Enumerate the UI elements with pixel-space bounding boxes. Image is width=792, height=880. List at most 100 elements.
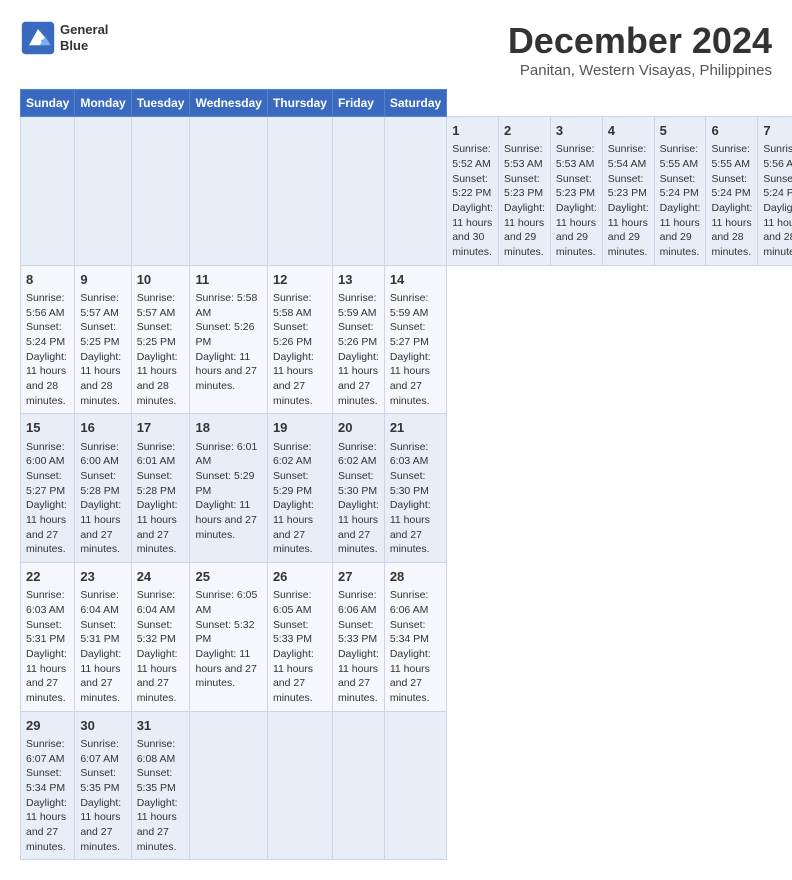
calendar-cell: 21 Sunrise: 6:03 AM Sunset: 5:30 PM Dayl…	[384, 414, 446, 563]
day-number: 10	[137, 271, 185, 289]
calendar-cell: 19 Sunrise: 6:02 AM Sunset: 5:29 PM Dayl…	[267, 414, 332, 563]
day-number: 25	[195, 568, 261, 586]
calendar-cell	[75, 117, 131, 266]
sunset-text: Sunset: 5:29 PM	[195, 470, 254, 497]
calendar-cell: 29 Sunrise: 6:07 AM Sunset: 5:34 PM Dayl…	[21, 711, 75, 860]
calendar-cell: 9 Sunrise: 5:57 AM Sunset: 5:25 PM Dayli…	[75, 265, 131, 414]
daylight-text: Daylight: 11 hours and 27 minutes.	[26, 499, 67, 555]
sunset-text: Sunset: 5:23 PM	[556, 173, 595, 200]
daylight-text: Daylight: 11 hours and 27 minutes.	[26, 648, 67, 704]
sunset-text: Sunset: 5:22 PM	[452, 173, 491, 200]
calendar-cell: 27 Sunrise: 6:06 AM Sunset: 5:33 PM Dayl…	[332, 563, 384, 712]
sunrise-text: Sunrise: 6:02 AM	[273, 441, 312, 468]
sunset-text: Sunset: 5:24 PM	[763, 173, 792, 200]
calendar-cell: 17 Sunrise: 6:01 AM Sunset: 5:28 PM Dayl…	[131, 414, 190, 563]
calendar-cell: 10 Sunrise: 5:57 AM Sunset: 5:25 PM Dayl…	[131, 265, 190, 414]
sunrise-text: Sunrise: 5:57 AM	[80, 292, 119, 319]
calendar-cell: 30 Sunrise: 6:07 AM Sunset: 5:35 PM Dayl…	[75, 711, 131, 860]
sunrise-text: Sunrise: 5:53 AM	[504, 143, 543, 170]
sunset-text: Sunset: 5:32 PM	[137, 619, 176, 646]
daylight-text: Daylight: 11 hours and 27 minutes.	[137, 648, 178, 704]
sunset-text: Sunset: 5:26 PM	[195, 321, 254, 348]
daylight-text: Daylight: 11 hours and 27 minutes.	[137, 797, 178, 853]
daylight-text: Daylight: 11 hours and 30 minutes.	[452, 202, 493, 258]
sunrise-text: Sunrise: 5:58 AM	[273, 292, 312, 319]
calendar-cell: 4 Sunrise: 5:54 AM Sunset: 5:23 PM Dayli…	[602, 117, 654, 266]
daylight-text: Daylight: 11 hours and 27 minutes.	[195, 648, 256, 689]
sunrise-text: Sunrise: 5:52 AM	[452, 143, 491, 170]
sunrise-text: Sunrise: 6:07 AM	[26, 738, 65, 765]
day-number: 12	[273, 271, 327, 289]
sunset-text: Sunset: 5:24 PM	[660, 173, 699, 200]
day-number: 19	[273, 419, 327, 437]
calendar-cell: 13 Sunrise: 5:59 AM Sunset: 5:26 PM Dayl…	[332, 265, 384, 414]
sunset-text: Sunset: 5:24 PM	[711, 173, 750, 200]
daylight-text: Daylight: 11 hours and 29 minutes.	[556, 202, 597, 258]
day-number: 5	[660, 122, 701, 140]
calendar-week-row: 15 Sunrise: 6:00 AM Sunset: 5:27 PM Dayl…	[21, 414, 792, 563]
daylight-text: Daylight: 11 hours and 27 minutes.	[273, 648, 314, 704]
day-number: 11	[195, 271, 261, 289]
calendar-cell: 12 Sunrise: 5:58 AM Sunset: 5:26 PM Dayl…	[267, 265, 332, 414]
sunset-text: Sunset: 5:26 PM	[338, 321, 377, 348]
daylight-text: Daylight: 11 hours and 28 minutes.	[137, 351, 178, 407]
sunset-text: Sunset: 5:34 PM	[390, 619, 429, 646]
calendar-cell: 28 Sunrise: 6:06 AM Sunset: 5:34 PM Dayl…	[384, 563, 446, 712]
sunset-text: Sunset: 5:27 PM	[26, 470, 65, 497]
day-number: 18	[195, 419, 261, 437]
day-number: 3	[556, 122, 597, 140]
calendar-cell: 6 Sunrise: 5:55 AM Sunset: 5:24 PM Dayli…	[706, 117, 758, 266]
sunrise-text: Sunrise: 6:00 AM	[26, 441, 65, 468]
day-header-monday: Monday	[75, 90, 131, 117]
day-number: 26	[273, 568, 327, 586]
calendar-cell: 26 Sunrise: 6:05 AM Sunset: 5:33 PM Dayl…	[267, 563, 332, 712]
sunrise-text: Sunrise: 6:00 AM	[80, 441, 119, 468]
sunset-text: Sunset: 5:27 PM	[390, 321, 429, 348]
day-header-friday: Friday	[332, 90, 384, 117]
sunset-text: Sunset: 5:32 PM	[195, 619, 254, 646]
day-header-saturday: Saturday	[384, 90, 446, 117]
day-number: 30	[80, 717, 125, 735]
sunset-text: Sunset: 5:33 PM	[338, 619, 377, 646]
logo: General Blue	[20, 20, 108, 56]
day-number: 20	[338, 419, 379, 437]
calendar-week-row: 1 Sunrise: 5:52 AM Sunset: 5:22 PM Dayli…	[21, 117, 792, 266]
daylight-text: Daylight: 11 hours and 27 minutes.	[195, 351, 256, 392]
title-block: December 2024 Panitan, Western Visayas, …	[508, 20, 772, 79]
daylight-text: Daylight: 11 hours and 27 minutes.	[80, 648, 121, 704]
calendar-cell	[267, 711, 332, 860]
sunrise-text: Sunrise: 5:59 AM	[338, 292, 377, 319]
calendar-cell: 31 Sunrise: 6:08 AM Sunset: 5:35 PM Dayl…	[131, 711, 190, 860]
calendar-cell: 8 Sunrise: 5:56 AM Sunset: 5:24 PM Dayli…	[21, 265, 75, 414]
calendar-cell	[384, 711, 446, 860]
sunrise-text: Sunrise: 6:01 AM	[195, 441, 257, 468]
sunset-text: Sunset: 5:33 PM	[273, 619, 312, 646]
calendar-cell: 7 Sunrise: 5:56 AM Sunset: 5:24 PM Dayli…	[758, 117, 792, 266]
daylight-text: Daylight: 11 hours and 27 minutes.	[338, 648, 379, 704]
calendar-cell: 1 Sunrise: 5:52 AM Sunset: 5:22 PM Dayli…	[447, 117, 499, 266]
calendar-cell	[332, 117, 384, 266]
day-number: 21	[390, 419, 441, 437]
day-number: 15	[26, 419, 69, 437]
calendar-cell: 23 Sunrise: 6:04 AM Sunset: 5:31 PM Dayl…	[75, 563, 131, 712]
calendar-cell: 15 Sunrise: 6:00 AM Sunset: 5:27 PM Dayl…	[21, 414, 75, 563]
daylight-text: Daylight: 11 hours and 27 minutes.	[195, 499, 256, 540]
day-header-wednesday: Wednesday	[190, 90, 267, 117]
calendar-cell: 16 Sunrise: 6:00 AM Sunset: 5:28 PM Dayl…	[75, 414, 131, 563]
sunset-text: Sunset: 5:23 PM	[504, 173, 543, 200]
day-number: 4	[608, 122, 649, 140]
day-number: 16	[80, 419, 125, 437]
sunrise-text: Sunrise: 5:56 AM	[26, 292, 65, 319]
calendar-cell: 14 Sunrise: 5:59 AM Sunset: 5:27 PM Dayl…	[384, 265, 446, 414]
calendar-cell	[384, 117, 446, 266]
logo-text: General Blue	[60, 22, 108, 53]
day-number: 2	[504, 122, 545, 140]
calendar-header-row: SundayMondayTuesdayWednesdayThursdayFrid…	[21, 90, 792, 117]
day-number: 28	[390, 568, 441, 586]
day-number: 29	[26, 717, 69, 735]
daylight-text: Daylight: 11 hours and 27 minutes.	[137, 499, 178, 555]
calendar-cell	[332, 711, 384, 860]
sunset-text: Sunset: 5:30 PM	[390, 470, 429, 497]
page-header: General Blue December 2024 Panitan, West…	[20, 20, 772, 79]
day-number: 13	[338, 271, 379, 289]
